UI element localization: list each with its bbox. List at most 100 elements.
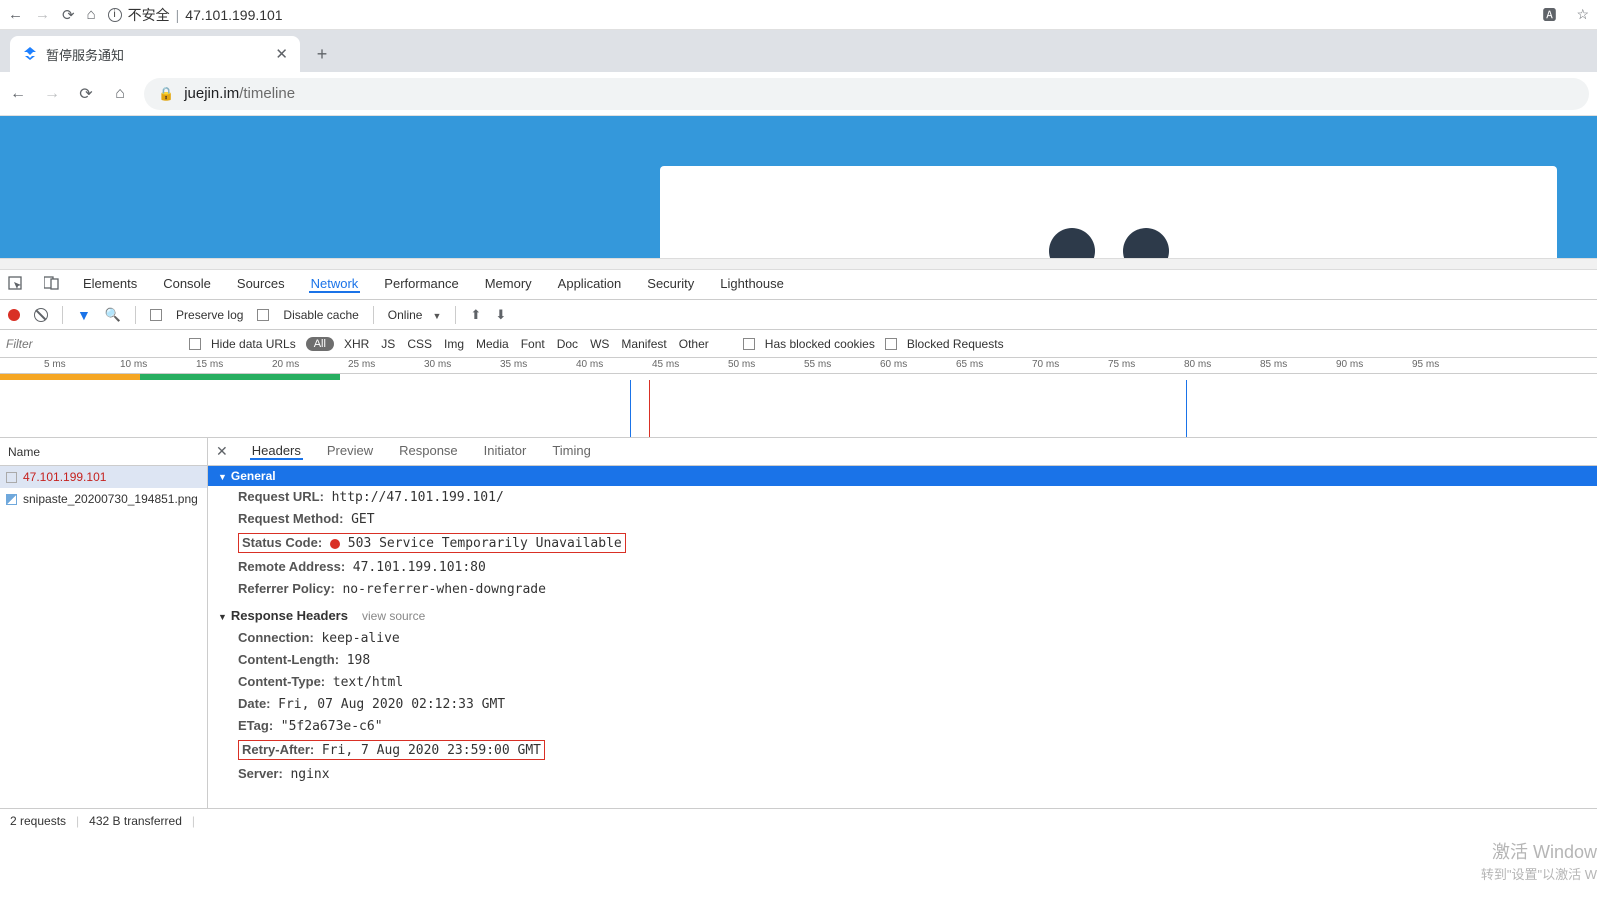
request-list-header[interactable]: Name (0, 438, 207, 466)
horizontal-scrollbar[interactable] (0, 258, 1597, 270)
status-dot-icon (330, 539, 340, 549)
ruler-tick: 45 ms (652, 359, 679, 370)
ruler-tick: 80 ms (1184, 359, 1211, 370)
header-row: Content-Type: text/html (208, 671, 1597, 693)
home-icon[interactable]: ⌂ (110, 85, 130, 103)
devtools-tab-sources[interactable]: Sources (235, 276, 287, 293)
detail-tab-initiator[interactable]: Initiator (482, 443, 529, 460)
search-icon[interactable]: 🔍 (105, 307, 121, 323)
download-icon[interactable]: ⬇ (495, 307, 506, 323)
detail-tab-timing[interactable]: Timing (550, 443, 593, 460)
file-icon (6, 472, 17, 483)
network-toolbar: ▼ 🔍 Preserve log Disable cache Online ▼ … (0, 300, 1597, 330)
filter-chip-js[interactable]: JS (381, 337, 395, 351)
filter-all[interactable]: All (306, 337, 334, 351)
page-content (0, 116, 1597, 258)
devtools-tab-network[interactable]: Network (309, 276, 361, 293)
browser-tab[interactable]: 暂停服务通知 ✕ (10, 36, 300, 72)
detail-tab-response[interactable]: Response (397, 443, 460, 460)
reload-icon[interactable]: ⟳ (62, 6, 75, 24)
forward-icon[interactable]: → (42, 85, 62, 103)
disable-cache-checkbox[interactable] (257, 309, 269, 321)
omnibox[interactable]: 🔒 juejin.im/timeline (144, 78, 1589, 110)
clear-button[interactable] (34, 308, 48, 322)
view-source-link[interactable]: view source (362, 609, 425, 623)
filter-chip-ws[interactable]: WS (590, 337, 609, 351)
lock-icon: 🔒 (158, 86, 174, 102)
favicon-icon (22, 46, 38, 62)
page-card (660, 166, 1557, 258)
devtools-tab-memory[interactable]: Memory (483, 276, 534, 293)
record-button[interactable] (8, 309, 20, 321)
forward-icon[interactable]: → (35, 6, 50, 23)
hide-data-checkbox[interactable] (189, 338, 201, 350)
header-row: ETag: "5f2a673e-c6" (208, 715, 1597, 737)
request-row[interactable]: 47.101.199.101 (0, 466, 207, 488)
insecure-label: 不安全 (128, 5, 170, 25)
preserve-log-checkbox[interactable] (150, 309, 162, 321)
ruler-tick: 15 ms (196, 359, 223, 370)
new-tab-button[interactable]: + (308, 40, 336, 68)
translate-icon[interactable]: 🅰 (1542, 5, 1556, 25)
reload-icon[interactable]: ⟳ (76, 84, 96, 104)
detail-tab-preview[interactable]: Preview (325, 443, 375, 460)
filter-icon[interactable]: ▼ (77, 307, 91, 323)
blocked-cookies-checkbox[interactable] (743, 338, 755, 350)
devtools-tab-lighthouse[interactable]: Lighthouse (718, 276, 786, 293)
tab-title: 暂停服务通知 (46, 45, 267, 64)
hide-data-label: Hide data URLs (211, 337, 296, 351)
inspect-icon[interactable] (8, 276, 22, 293)
header-row: Referrer Policy: no-referrer-when-downgr… (208, 578, 1597, 600)
devtools-tab-application[interactable]: Application (556, 276, 624, 293)
network-filter-row: Hide data URLs All XHR JS CSS Img Media Font D… (0, 330, 1597, 358)
ruler-tick: 50 ms (728, 359, 755, 370)
request-list: Name 47.101.199.101 snipaste_20200730_194… (0, 438, 208, 808)
devtools-tab-security[interactable]: Security (645, 276, 696, 293)
upload-icon[interactable]: ⬆ (470, 307, 481, 323)
filter-chip-manifest[interactable]: Manifest (621, 337, 666, 351)
preserve-log-label: Preserve log (176, 308, 243, 322)
throttling-select[interactable]: Online ▼ (388, 308, 442, 322)
filter-chip-img[interactable]: Img (444, 337, 464, 351)
header-row: Remote Address: 47.101.199.101:80 (208, 556, 1597, 578)
outer-address[interactable]: i 不安全 | 47.101.199.101 (108, 5, 1523, 25)
devtools-tabs: Elements Console Sources Network Performance… (0, 270, 1597, 300)
home-icon[interactable]: ⌂ (87, 6, 96, 23)
close-icon[interactable]: ✕ (275, 45, 288, 63)
close-details-icon[interactable]: ✕ (216, 443, 228, 460)
ruler-tick: 85 ms (1260, 359, 1287, 370)
filter-chip-font[interactable]: Font (521, 337, 545, 351)
blocked-req-label: Blocked Requests (907, 337, 1004, 351)
header-row: Content-Length: 198 (208, 649, 1597, 671)
timeline-overview[interactable] (0, 380, 1597, 438)
section-response-headers[interactable]: ▼Response Headersview source (208, 600, 1597, 627)
info-icon: i (108, 8, 122, 22)
section-general[interactable]: ▼General (208, 466, 1597, 486)
filter-input[interactable] (4, 335, 179, 353)
filter-chip-doc[interactable]: Doc (557, 337, 578, 351)
ruler-tick: 40 ms (576, 359, 603, 370)
filter-chip-other[interactable]: Other (679, 337, 709, 351)
star-icon[interactable]: ☆ (1576, 6, 1589, 23)
request-name: 47.101.199.101 (23, 470, 106, 484)
request-row[interactable]: snipaste_20200730_194851.png (0, 488, 207, 510)
filter-chip-xhr[interactable]: XHR (344, 337, 369, 351)
back-icon[interactable]: ← (8, 85, 28, 103)
device-icon[interactable] (44, 276, 59, 293)
ruler-tick: 5 ms (44, 359, 66, 370)
header-row: Request URL: http://47.101.199.101/ (208, 486, 1597, 508)
disable-cache-label: Disable cache (283, 308, 358, 322)
activation-watermark: 激活 Window 转到"设置"以激活 W (1481, 838, 1597, 883)
devtools-tab-console[interactable]: Console (161, 276, 213, 293)
filter-chip-css[interactable]: CSS (407, 337, 432, 351)
header-row: Date: Fri, 07 Aug 2020 02:12:33 GMT (208, 693, 1597, 715)
devtools-tab-elements[interactable]: Elements (81, 276, 139, 293)
ruler-tick: 30 ms (424, 359, 451, 370)
header-row: Request Method: GET (208, 508, 1597, 530)
blocked-req-checkbox[interactable] (885, 338, 897, 350)
filter-chip-media[interactable]: Media (476, 337, 509, 351)
detail-tab-headers[interactable]: Headers (250, 443, 303, 460)
header-row: Status Code: 503 Service Temporarily Una… (208, 530, 1597, 556)
devtools-tab-performance[interactable]: Performance (382, 276, 460, 293)
back-icon[interactable]: ← (8, 6, 23, 23)
